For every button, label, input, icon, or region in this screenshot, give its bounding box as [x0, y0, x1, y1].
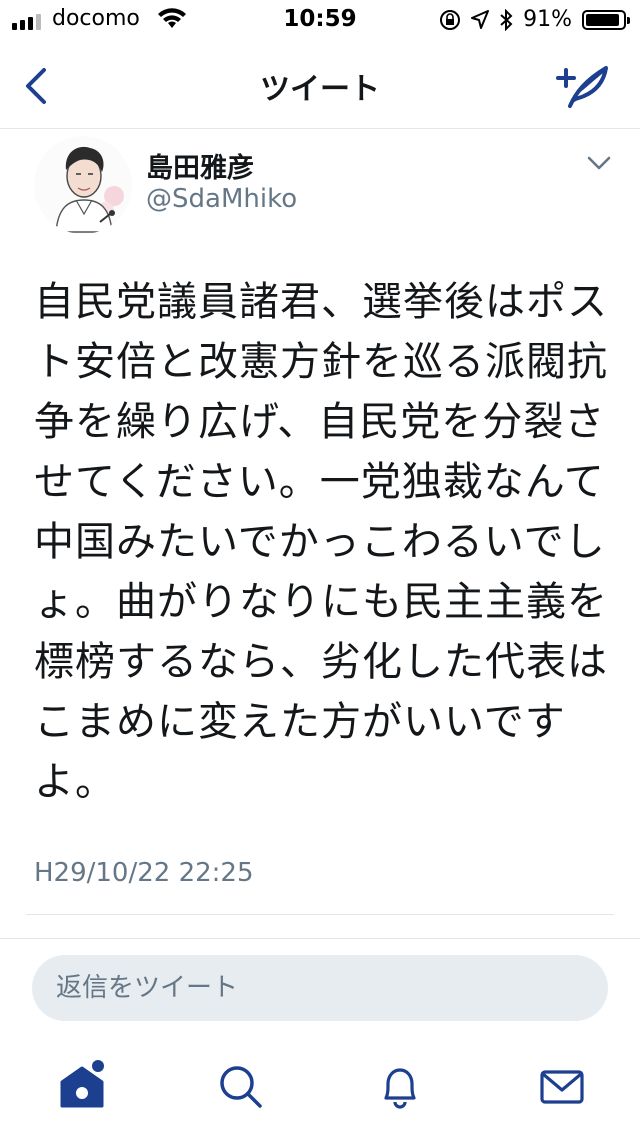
- author-handle[interactable]: @SdaMhiko: [146, 184, 297, 214]
- divider: [0, 938, 640, 939]
- battery-percent: 91%: [523, 7, 572, 32]
- chevron-down-icon[interactable]: [586, 154, 612, 172]
- reply-input[interactable]: 返信をツイート: [32, 955, 608, 1021]
- page-title: ツイート: [260, 72, 380, 107]
- orientation-lock-icon: [440, 9, 461, 30]
- bell-icon[interactable]: [374, 1060, 426, 1112]
- divider: [26, 914, 614, 915]
- bluetooth-icon: [500, 8, 513, 31]
- tweet-timestamp: H29/10/22 22:25: [34, 858, 254, 888]
- status-right-group: 91%: [439, 7, 630, 32]
- avatar[interactable]: [34, 136, 132, 234]
- home-icon[interactable]: [56, 1060, 108, 1112]
- notification-dot: [92, 1060, 104, 1072]
- battery-icon: [582, 9, 630, 30]
- mail-icon[interactable]: [536, 1060, 588, 1112]
- search-icon[interactable]: [214, 1060, 266, 1112]
- location-arrow-icon: [471, 9, 490, 29]
- status-bar: docomo 10:59 91%: [0, 0, 640, 40]
- avatar-illustration: [34, 136, 132, 234]
- compose-tweet-icon[interactable]: [554, 62, 612, 110]
- navigation-bar: ツイート: [0, 40, 640, 129]
- author-name[interactable]: 島田雅彦: [146, 146, 254, 185]
- tweet-text: 自民党議員諸君、選挙後はポスト安倍と改憲方針を巡る派閥抗争を繰り広げ、自民党を分…: [34, 279, 608, 805]
